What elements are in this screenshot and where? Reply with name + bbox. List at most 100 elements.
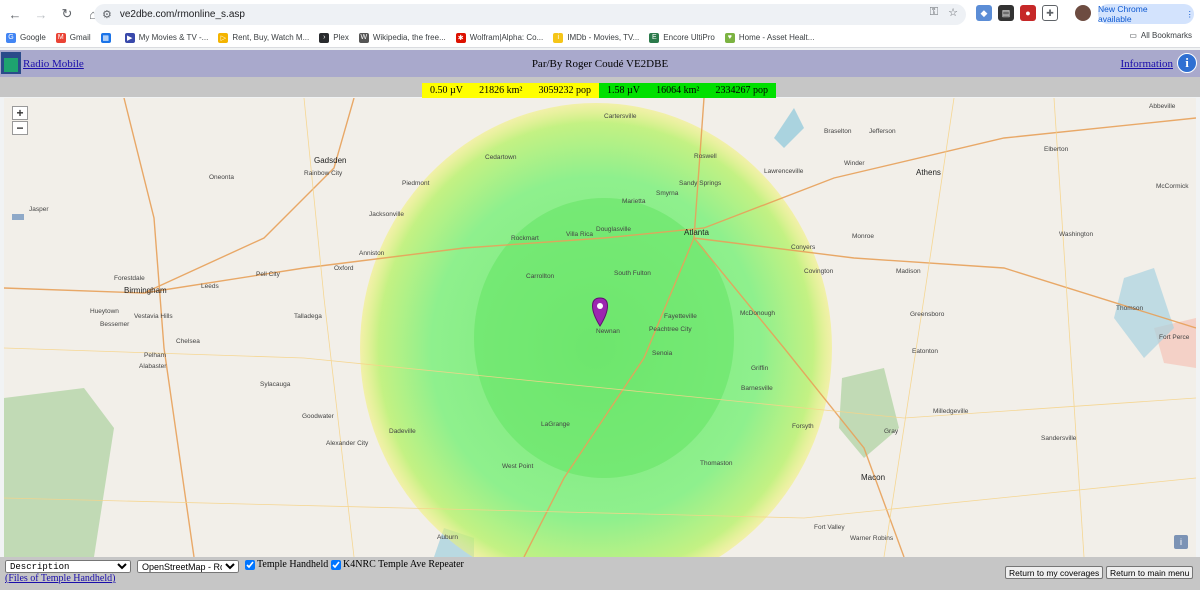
map-place-label: Hueytown: [90, 308, 119, 315]
map-place-label: LaGrange: [541, 421, 570, 428]
bookmark-item[interactable]: i IMDb - Movies, TV...: [553, 32, 639, 43]
coverage-map[interactable]: Gadsden Rainbow City Oneonta Piedmont Jackso…: [4, 98, 1196, 557]
bookmark-item[interactable]: › Plex: [319, 32, 349, 43]
address-bar[interactable]: ⚙ ve2dbe.com/rmonline_s.asp ⚿ ☆: [94, 4, 966, 25]
extension-icon[interactable]: ▤: [998, 5, 1014, 21]
forward-icon[interactable]: →: [30, 3, 52, 25]
url-text[interactable]: ve2dbe.com/rmonline_s.asp: [120, 9, 245, 20]
bookmark-item[interactable]: ♥ Home - Asset Healt...: [724, 32, 815, 43]
map-place-label: Newnan: [596, 328, 620, 335]
map-place-label: McCormick: [1156, 183, 1189, 190]
map-place-label: Eatonton: [912, 348, 939, 355]
back-icon[interactable]: ←: [4, 3, 26, 25]
map-place-label: Fayetteville: [664, 313, 697, 320]
map-place-label: Oneonta: [209, 174, 234, 181]
site-info-icon[interactable]: ⚙: [102, 8, 112, 21]
bookmark-item[interactable]: ▦: [100, 32, 115, 43]
bookmark-item[interactable]: E Encore UltiPro: [649, 32, 715, 43]
extension-icon[interactable]: ◆: [976, 5, 992, 21]
bookmark-favicon-icon: E: [649, 32, 660, 43]
map-place-label: Rainbow City: [304, 170, 343, 177]
bookmark-favicon-icon: ▶: [124, 32, 135, 43]
map-type-select[interactable]: OpenStreetMap - Road: [137, 560, 239, 573]
legend-strong-signal: 1.58 µV 16064 km² 2334267 pop: [599, 83, 776, 98]
map-place-label: Bessemer: [100, 321, 130, 328]
return-to-coverages-button[interactable]: Return to my coverages: [1005, 566, 1104, 579]
map-place-label: Jefferson: [869, 128, 896, 135]
map-place-label: Barnesville: [741, 385, 773, 392]
map-place-label: Anniston: [359, 250, 385, 257]
map-place-label: Oxford: [334, 265, 354, 272]
map-place-label: Goodwater: [302, 413, 334, 420]
map-place-label: McDonough: [740, 310, 776, 317]
map-place-label: Villa Rica: [566, 231, 593, 238]
return-to-main-menu-button[interactable]: Return to main menu: [1106, 566, 1194, 579]
map-place-label: Sandersville: [1041, 435, 1077, 442]
bookmark-item[interactable]: W Wikipedia, the free...: [358, 32, 446, 43]
map-place-label: Douglasville: [596, 226, 632, 233]
map-info-icon[interactable]: i: [1174, 535, 1188, 549]
bookmark-favicon-icon: ›: [319, 32, 330, 43]
temple-handheld-checkbox[interactable]: Temple Handheld: [245, 559, 328, 570]
legend-weak-signal: 0.50 µV 21826 km² 3059232 pop: [422, 83, 599, 98]
bottom-controls: Description OpenStreetMap - Road Temple …: [0, 557, 1200, 590]
map-place-label: Alexander City: [326, 440, 369, 447]
bookmark-item[interactable]: M Gmail: [55, 32, 91, 43]
information-icon[interactable]: i: [1177, 53, 1197, 73]
map-place-label: Sylacauga: [260, 381, 291, 388]
more-menu-icon[interactable]: ⋮: [1186, 9, 1195, 20]
map-place-label: Elberton: [1044, 146, 1069, 153]
legend-area: 16064 km²: [656, 85, 700, 96]
map-place-label: Jasper: [29, 206, 49, 213]
bookmark-item[interactable]: ▶ My Movies & TV -...: [124, 32, 209, 43]
map-place-label: Monroe: [852, 233, 875, 240]
puzzle-extensions-icon[interactable]: ✚: [1042, 5, 1058, 21]
files-link[interactable]: (Files of Temple Handheld): [5, 573, 115, 584]
bookmark-label: My Movies & TV -...: [138, 33, 209, 42]
checkbox[interactable]: [331, 559, 341, 570]
map-place-label: Macon: [861, 473, 886, 482]
map-place-label: Abbeville: [1149, 103, 1176, 110]
checkbox-label: Temple Handheld: [257, 559, 329, 570]
map-place-label: Conyers: [791, 244, 816, 251]
checkbox[interactable]: [245, 559, 255, 570]
reload-icon[interactable]: ↻: [56, 3, 78, 25]
checkbox-label: K4NRC Temple Ave Repeater: [343, 559, 464, 570]
shield-extension-icon[interactable]: ●: [1020, 5, 1036, 21]
password-key-icon[interactable]: ⚿: [930, 6, 938, 19]
scale-handle[interactable]: [12, 214, 24, 220]
bookmark-item[interactable]: G Google: [6, 32, 46, 43]
bookmark-item[interactable]: ✱ Wolfram|Alpha: Co...: [455, 32, 544, 43]
bookmark-label: Home - Asset Healt...: [738, 33, 815, 42]
map-place-label: Vestavia Hills: [134, 313, 173, 320]
browser-toolbar: ← → ↻ ⌂ ⚙ ve2dbe.com/rmonline_s.asp ⚿ ☆ …: [0, 0, 1200, 28]
all-bookmarks[interactable]: ▭ All Bookmarks: [1129, 31, 1192, 40]
map-place-label: Greensboro: [910, 311, 945, 318]
zoom-out-button[interactable]: −: [12, 121, 28, 135]
map-place-label: Sandy Springs: [679, 180, 722, 187]
bookmark-favicon-icon: ▦: [100, 32, 111, 43]
bookmark-favicon-icon: ♥: [724, 32, 735, 43]
bookmark-label: Wolfram|Alpha: Co...: [469, 33, 544, 42]
map-place-label: Smyrna: [656, 190, 679, 197]
map-place-label: Cedartown: [485, 154, 517, 161]
zoom-in-button[interactable]: +: [12, 106, 28, 120]
bookmark-item[interactable]: ▷ Rent, Buy, Watch M...: [218, 32, 309, 43]
map-place-label: Fort Valley: [814, 524, 845, 531]
bookmark-favicon-icon: G: [6, 32, 16, 43]
information-link[interactable]: Information: [1120, 58, 1173, 70]
bookmark-label: Google: [20, 33, 46, 42]
map-place-label: Alabaster: [139, 363, 167, 370]
display-select[interactable]: Description: [5, 560, 131, 573]
bookmark-star-icon[interactable]: ☆: [948, 6, 958, 19]
repeater-checkbox[interactable]: K4NRC Temple Ave Repeater: [331, 559, 464, 570]
map-place-label: Gadsden: [314, 156, 347, 165]
legend-area: 21826 km²: [479, 85, 523, 96]
map-place-label: Jacksonville: [369, 211, 405, 218]
bookmarks-bar: G Google M Gmail ▦ ▶ My Movies & TV -... ▷ Rent,…: [0, 28, 1200, 48]
avatar[interactable]: [1075, 5, 1091, 21]
map-place-label: Milledgeville: [933, 408, 969, 415]
chrome-update-button[interactable]: New Chrome available ⋮: [1098, 4, 1194, 24]
map-place-label: Warner Robins: [850, 535, 894, 542]
map-place-label: Athens: [916, 168, 941, 177]
